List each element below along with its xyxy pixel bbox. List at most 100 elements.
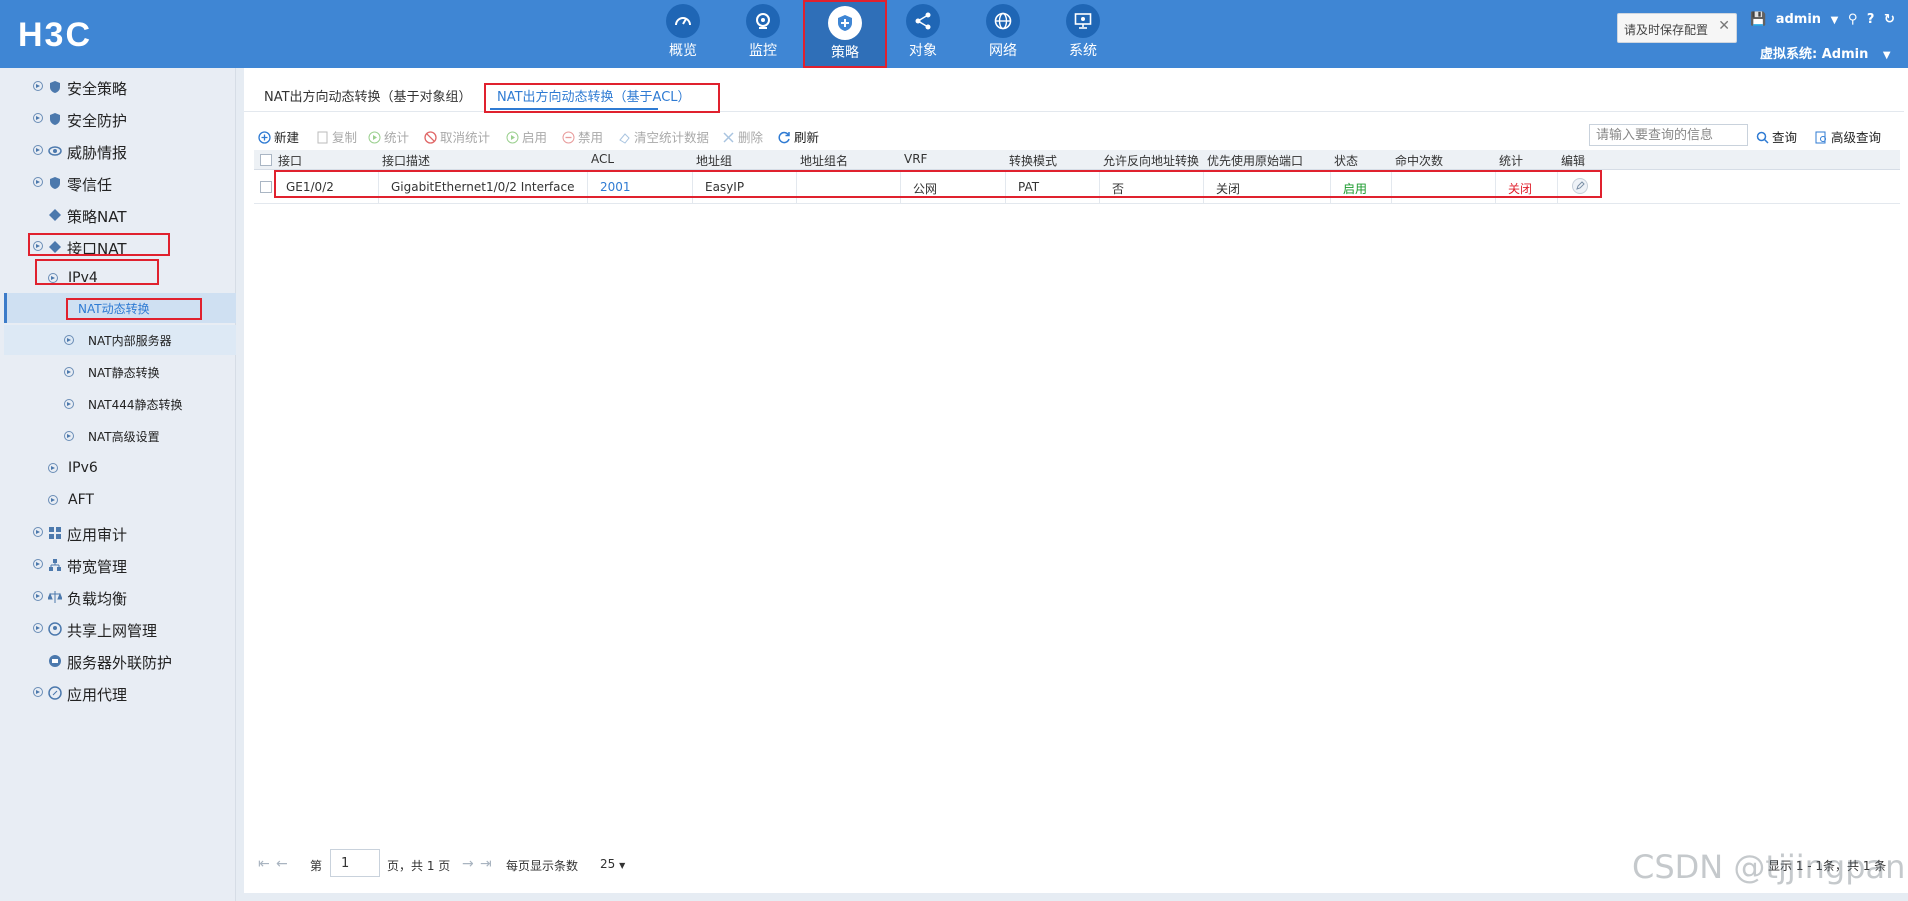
chevron-down-icon[interactable]: ▼ [1831,15,1839,26]
col-hits[interactable]: 命中次数 [1395,152,1443,169]
expand-icon[interactable] [33,591,43,601]
prev-page-icon[interactable]: ← [276,856,288,872]
cell-orig-port: 关闭 [1203,170,1330,204]
refresh-icon [778,131,791,144]
copy-button[interactable]: 复制 [316,127,357,146]
nav-system-label: 系统 [1069,43,1097,59]
tab-bar: NAT出方向动态转换（基于对象组） NAT出方向动态转换（基于ACL） [244,68,1904,113]
delete-button[interactable]: 删除 [722,127,763,146]
col-reverse[interactable]: 允许反向地址转换 [1103,152,1199,169]
nav-monitor-label: 监控 [749,43,777,59]
per-page-label: 每页显示条数 [506,859,579,873]
expand-icon[interactable] [33,177,43,187]
sidebar-splitter[interactable] [236,68,242,901]
first-page-icon[interactable]: ⇤ [258,856,270,872]
stats-label: 统计 [384,130,410,145]
stats-button[interactable]: 统计 [368,127,409,146]
row-checkbox[interactable] [260,181,272,193]
expand-icon[interactable] [64,367,74,377]
last-page-icon[interactable]: ⇥ [480,856,492,872]
user-menu[interactable]: admin [1776,12,1821,27]
new-button[interactable]: 新建 [258,127,299,146]
search-input[interactable] [1589,124,1748,146]
col-interface[interactable]: 接口 [278,152,302,169]
search-icon[interactable]: ⚲ [1848,12,1858,27]
sidebar-item-label: 共享上网管理 [67,622,158,640]
expand-icon[interactable] [64,335,74,345]
col-status[interactable]: 状态 [1334,152,1358,169]
save-config-text: 请及时保存配置 [1624,23,1709,37]
tab-active-underline [490,108,658,110]
expand-icon[interactable] [48,495,58,505]
top-header: H3C 概览 监控 策略 对象 网络 系统 请及时保存配置 ✕ 💾 admin … [0,0,1908,68]
globe-icon [986,4,1020,38]
table-header: 接口 接口描述 ACL 地址组 地址组名 VRF 转换模式 允许反向地址转换 优… [254,150,1900,170]
nav-overview[interactable]: 概览 [643,0,723,68]
col-vrf[interactable]: VRF [904,152,927,166]
nav-object[interactable]: 对象 [883,0,963,68]
expand-icon[interactable] [33,113,43,123]
col-addr-group[interactable]: 地址组 [696,152,732,169]
disable-button[interactable]: 禁用 [562,127,603,146]
col-orig-port[interactable]: 优先使用原始端口 [1207,152,1303,169]
cell-stats-toggle[interactable]: 关闭 [1495,170,1557,204]
play-icon [368,131,381,144]
sidebar-item-label: 威胁情报 [67,144,128,162]
advanced-search-button[interactable]: 高级查询 [1815,127,1881,146]
tab-acl[interactable]: NAT出方向动态转换（基于ACL） [497,86,691,105]
clear-stats-button[interactable]: 清空统计数据 [618,127,709,146]
expand-icon[interactable] [33,687,43,697]
server-icon [48,654,62,668]
cell-acl-link[interactable]: 2001 [587,170,692,204]
col-stats[interactable]: 统计 [1499,152,1523,169]
expand-icon[interactable] [33,559,43,569]
expand-icon[interactable] [33,623,43,633]
nav-policy[interactable]: 策略 [803,0,887,68]
col-edit[interactable]: 编辑 [1561,152,1585,169]
help-icon[interactable]: ? [1867,12,1875,27]
cell-edit [1557,170,1600,204]
enable-button[interactable]: 启用 [506,127,547,146]
col-addr-group-name[interactable]: 地址组名 [800,152,848,169]
shield-icon [48,80,62,94]
collapse-icon[interactable] [33,241,43,251]
select-all-checkbox[interactable] [260,154,272,166]
expand-icon[interactable] [64,399,74,409]
cancel-stats-button[interactable]: 取消统计 [424,127,490,146]
nav-system[interactable]: 系统 [1043,0,1123,68]
virtual-system-selector[interactable]: 虚拟系统: Admin ▼ [1760,43,1891,62]
search-button[interactable]: 查询 [1756,127,1797,146]
collapse-icon[interactable] [48,273,58,283]
col-desc[interactable]: 接口描述 [382,152,430,169]
col-acl[interactable]: ACL [591,152,614,166]
next-page-icon[interactable]: → [462,856,474,872]
edit-icon[interactable] [1572,178,1588,194]
per-page-select[interactable]: 25 ▼ [600,857,625,871]
save-icon[interactable]: 💾 [1750,12,1766,27]
page-input[interactable]: 1 [330,849,380,877]
expand-icon[interactable] [64,431,74,441]
clear-stats-label: 清空统计数据 [634,130,710,145]
search-icon [1756,131,1769,144]
sidebar-item-label: 服务器外联防护 [67,654,173,672]
expand-icon[interactable] [33,527,43,537]
nav-monitor[interactable]: 监控 [723,0,803,68]
close-icon[interactable]: ✕ [1718,18,1730,34]
nav-network[interactable]: 网络 [963,0,1043,68]
cell-status-toggle[interactable]: 启用 [1330,170,1391,204]
expand-icon[interactable] [33,81,43,91]
share-icon [906,4,940,38]
tab-object-group[interactable]: NAT出方向动态转换（基于对象组） [264,86,472,105]
h3c-logo[interactable]: H3C [18,16,138,50]
scale-icon [47,590,63,604]
page-suffix: 页，共 1 页 [387,859,451,873]
col-mode[interactable]: 转换模式 [1009,152,1057,169]
refresh-icon[interactable]: ↻ [1884,12,1895,27]
refresh-button[interactable]: 刷新 [778,127,819,146]
new-label: 新建 [274,130,300,145]
nat-icon [48,208,62,222]
sidebar-item-label: NAT动态转换 [78,302,150,316]
expand-icon[interactable] [33,145,43,155]
expand-icon[interactable] [48,463,58,473]
table-row[interactable]: GE1/0/2 GigabitEthernet1/0/2 Interface 2… [254,170,1900,204]
